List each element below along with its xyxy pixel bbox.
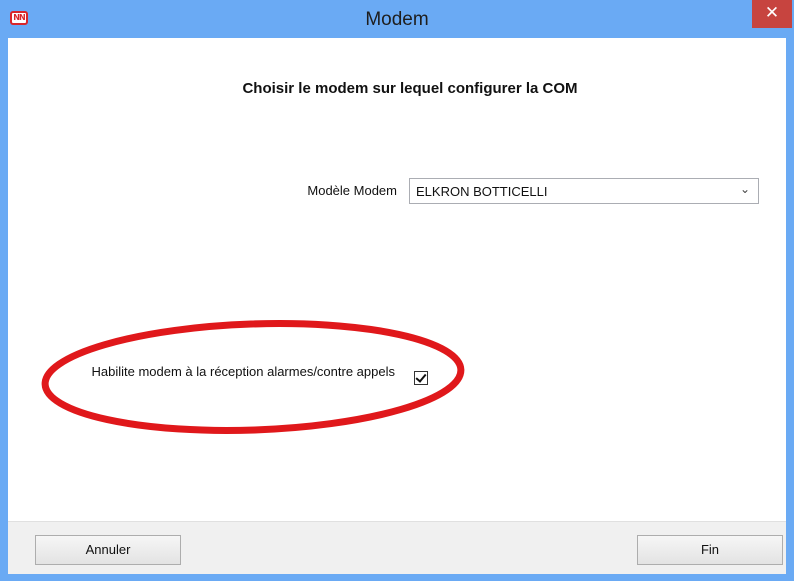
dialog-body [8,38,786,573]
modem-model-select[interactable]: ELKRON BOTTICELLI ⌄ [409,178,759,204]
close-button[interactable]: ✕ [752,0,792,28]
modem-model-label: Modèle Modem [307,183,397,198]
alarm-reception-label: Habilite modem à la réception alarmes/co… [91,364,396,379]
title-bar[interactable]: NN Modem ✕ [0,0,794,38]
window-title: Modem [365,9,429,30]
modem-dialog: NN Modem ✕ Choisir le modem sur lequel c… [0,0,794,581]
cancel-button[interactable]: Annuler [35,535,181,565]
page-title: Choisir le modem sur lequel configurer l… [242,80,578,97]
chevron-down-icon[interactable]: ⌄ [740,182,750,196]
modem-model-value: ELKRON BOTTICELLI [416,184,548,199]
finish-button[interactable]: Fin [637,535,783,565]
alarm-reception-checkbox[interactable] [414,371,428,385]
